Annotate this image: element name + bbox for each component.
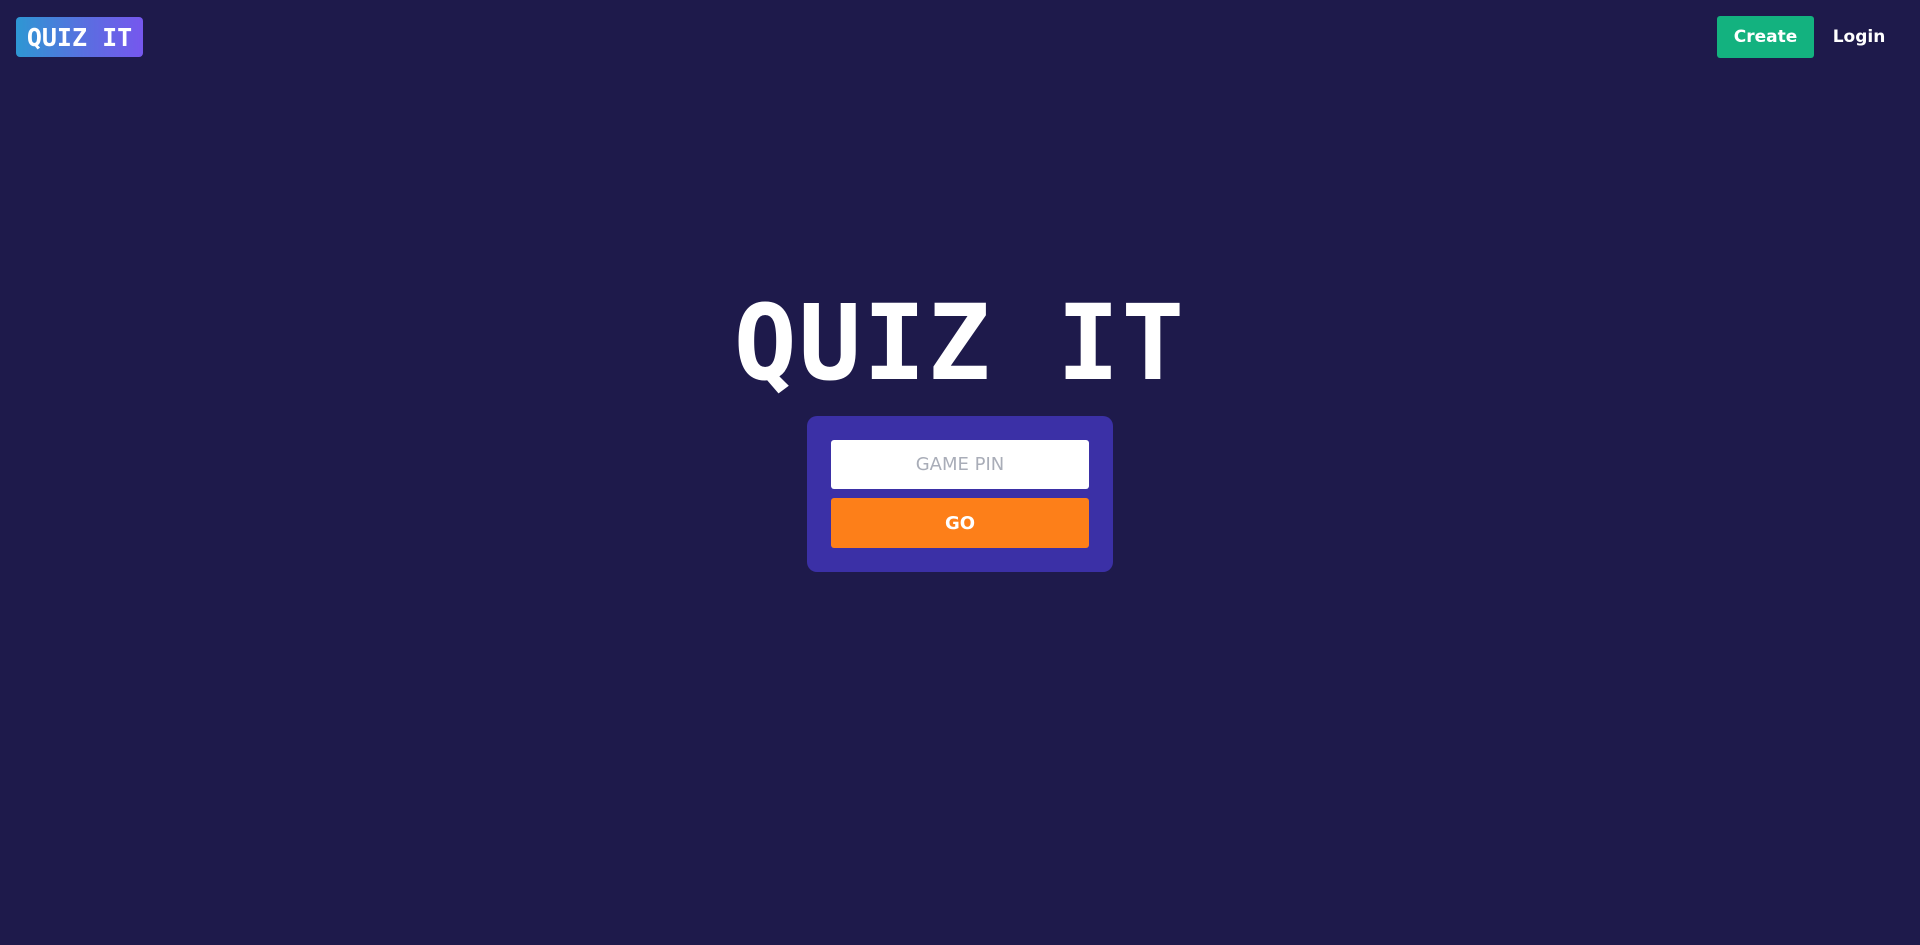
join-game-card: GO	[807, 416, 1113, 572]
hero-title: QUIZ IT	[733, 282, 1187, 404]
login-link[interactable]: Login	[1822, 16, 1896, 58]
go-button[interactable]: GO	[831, 498, 1089, 548]
create-button[interactable]: Create	[1717, 16, 1814, 58]
top-navbar: QUIZ IT Create Login	[0, 0, 1920, 75]
page: QUIZ IT Create Login QUIZ IT GO	[0, 0, 1920, 945]
game-pin-input[interactable]	[831, 440, 1089, 489]
logo[interactable]: QUIZ IT	[16, 17, 143, 57]
